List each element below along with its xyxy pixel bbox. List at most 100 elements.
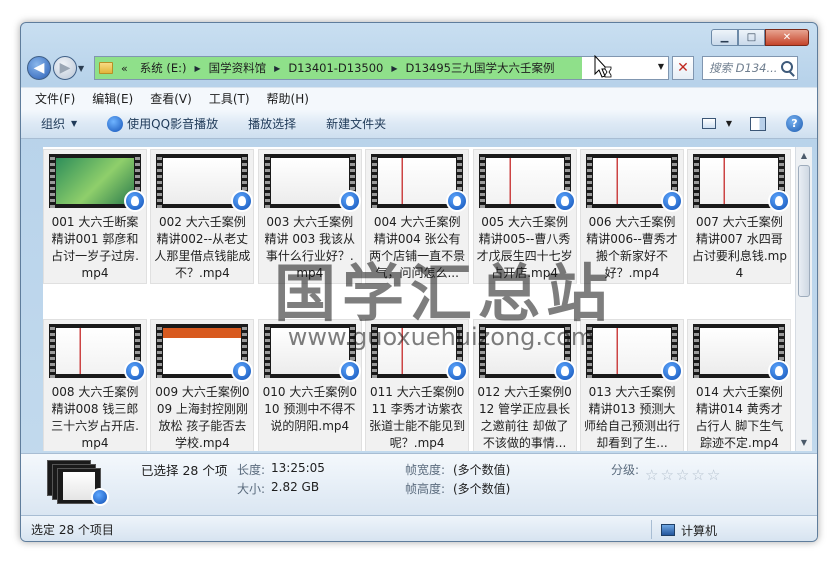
rating-stars[interactable]: ☆ ☆ ☆ ☆ ☆ (645, 466, 722, 484)
size-label: 大小: (237, 482, 266, 496)
frame-width-value: (多个数值) (453, 463, 511, 477)
chevron-down-icon: ▼ (71, 119, 78, 128)
command-bar: 组织 ▼ 使用QQ影音播放 播放选择 新建文件夹 ▼ ? (21, 109, 817, 139)
explorer-window: ▁ □ ✕ ◀ ▶ ▼ « 系统 (E:) ▶ 国学资料馆 ▶ D13401-D… (20, 22, 818, 542)
view-options-dropdown[interactable]: ▼ (726, 119, 732, 128)
play-selection-button[interactable]: 播放选择 (248, 115, 296, 132)
search-input[interactable]: 搜索 D134... (702, 56, 798, 80)
close-button[interactable]: ✕ (765, 29, 809, 46)
selected-count: 已选择 28 个项 (141, 463, 228, 478)
file-item[interactable]: 007 大六壬案例精讲007 水四哥占讨要利息钱.mp4 (687, 149, 792, 284)
menu-bar: 文件(F) 编辑(E) 查看(V) 工具(T) 帮助(H) (21, 87, 817, 109)
close-icon: ✕ (782, 32, 792, 43)
length-value: 13:25:05 (271, 461, 325, 475)
file-item[interactable]: 009 大六壬案例009 上海封控刚刚放松 孩子能否去学校.mp4 (150, 319, 255, 451)
qq-player-icon (91, 488, 109, 506)
breadcrumb-library[interactable]: 国学资料馆 (201, 60, 275, 76)
preview-pane-icon[interactable] (750, 116, 766, 131)
star-icon[interactable]: ☆ (645, 466, 658, 484)
qq-player-icon (446, 190, 469, 212)
size-value: 2.82 GB (271, 480, 320, 494)
scroll-down-icon[interactable]: ▼ (796, 434, 812, 451)
back-button[interactable]: ◀ (27, 56, 51, 80)
navigation-bar: ◀ ▶ ▼ « 系统 (E:) ▶ 国学资料馆 ▶ D13401-D13500 … (27, 53, 813, 83)
address-history-dropdown[interactable]: ▼ (658, 62, 664, 71)
new-folder-label: 新建文件夹 (326, 117, 387, 131)
search-icon[interactable] (781, 61, 793, 73)
back-arrow-icon: ◀ (33, 60, 45, 76)
frame-height-value: (多个数值) (453, 482, 511, 496)
rating-label: 分级: (611, 463, 640, 477)
menu-view[interactable]: 查看(V) (150, 90, 192, 107)
qq-player-icon (107, 115, 124, 132)
forward-arrow-icon: ▶ (59, 60, 71, 76)
star-icon[interactable]: ☆ (707, 466, 720, 484)
minimize-icon: ▁ (720, 32, 729, 43)
qq-player-icon (231, 360, 254, 382)
computer-icon (661, 524, 675, 536)
qq-player-icon (553, 190, 576, 212)
star-icon[interactable]: ☆ (676, 466, 689, 484)
forward-button[interactable]: ▶ (53, 56, 77, 80)
menu-edit[interactable]: 编辑(E) (92, 90, 133, 107)
maximize-icon: □ (746, 32, 757, 43)
file-name: 011 大六壬案例011 李秀才访紫衣张道士能不能见到呢？.mp4 (369, 385, 466, 450)
maximize-button[interactable]: □ (738, 29, 765, 46)
menu-file[interactable]: 文件(F) (35, 90, 75, 107)
file-name: 014 大六壬案例精讲014 黄秀才占行人 脚下生气踪迹不定.mp4 (695, 385, 784, 450)
change-view-icon[interactable] (701, 118, 716, 129)
stop-loading-button[interactable]: ✕ (672, 56, 694, 80)
file-name: 008 大六壬案例精讲008 钱三郎三十六岁占开店.mp4 (51, 385, 139, 450)
minimize-button[interactable]: ▁ (711, 29, 738, 46)
qq-player-icon (553, 360, 576, 382)
file-name: 013 大六壬案例精讲013 预测大师给自己预测出行 却看到了生... (583, 385, 680, 450)
new-folder-button[interactable]: 新建文件夹 (326, 115, 386, 132)
scroll-thumb[interactable] (798, 165, 810, 297)
scroll-up-icon[interactable]: ▲ (796, 147, 812, 164)
frame-width-label: 帧宽度: (405, 463, 446, 477)
qq-player-icon (338, 190, 361, 212)
status-bar: 选定 28 个项目 计算机 (21, 515, 817, 541)
breadcrumb-range[interactable]: D13401-D13500 (280, 61, 391, 75)
address-bar[interactable]: « 系统 (E:) ▶ 国学资料馆 ▶ D13401-D13500 ▶ D134… (94, 56, 669, 80)
status-location-text: 计算机 (681, 524, 718, 538)
file-name: 009 大六壬案例009 上海封控刚刚放松 孩子能否去学校.mp4 (155, 385, 250, 450)
status-selection-text: 选定 28 个项目 (31, 522, 114, 537)
file-name: 007 大六壬案例精讲007 水四哥占讨要利息钱.mp4 (691, 215, 787, 280)
breadcrumb-current-folder[interactable]: D13495三九国学大六壬案例 (398, 60, 563, 76)
play-selection-label: 播放选择 (248, 117, 297, 131)
organize-button[interactable]: 组织 ▼ (41, 115, 77, 132)
star-icon[interactable]: ☆ (691, 466, 704, 484)
file-item[interactable]: 008 大六壬案例精讲008 钱三郎三十六岁占开店.mp4 (43, 319, 147, 451)
recent-pages-dropdown[interactable]: ▼ (78, 64, 90, 73)
play-with-qq-label: 使用QQ影音播放 (127, 117, 219, 131)
file-name: 012 大六壬案例012 管学正应县长之邀前往 却做了不该做的事情... (477, 385, 572, 450)
help-icon[interactable]: ? (786, 115, 803, 132)
file-item[interactable]: 014 大六壬案例精讲014 黄秀才占行人 脚下生气踪迹不定.mp4 (687, 319, 792, 451)
breadcrumb-drive[interactable]: 系统 (E:) (132, 60, 195, 76)
file-name: 010 大六壬案例010 预测中不得不说的阴阳.mp4 (262, 385, 357, 433)
vertical-scrollbar[interactable]: ▲ ▼ (795, 147, 812, 451)
watermark-url: www.guoxuehuizong.com (287, 323, 595, 351)
qq-player-icon (124, 190, 146, 212)
qq-player-icon (124, 360, 146, 382)
folder-icon (99, 62, 113, 74)
length-label: 长度: (237, 463, 266, 477)
frame-height-label: 帧高度: (405, 482, 446, 496)
file-name: 001 大六壬断案精讲001 郭彦和占讨一岁子过房.mp4 (51, 215, 139, 280)
stop-icon: ✕ (677, 60, 689, 76)
play-with-qq-button[interactable]: 使用QQ影音播放 (107, 115, 218, 132)
file-item[interactable]: 001 大六壬断案精讲001 郭彦和占讨一岁子过房.mp4 (43, 149, 147, 284)
organize-label: 组织 (41, 117, 66, 131)
qq-player-icon (661, 360, 683, 382)
breadcrumb-overflow[interactable]: « (117, 62, 132, 75)
menu-help[interactable]: 帮助(H) (267, 90, 309, 107)
menu-tools[interactable]: 工具(T) (209, 90, 250, 107)
star-icon[interactable]: ☆ (660, 466, 673, 484)
qq-player-icon (768, 360, 791, 382)
selection-stack-thumbnail (47, 460, 109, 506)
file-item[interactable]: 002 大六壬案例精讲002--从老丈人那里借点钱能成不？.mp4 (150, 149, 255, 284)
caption-buttons: ▁ □ ✕ (711, 29, 809, 46)
qq-player-icon (231, 190, 254, 212)
qq-player-icon (446, 360, 469, 382)
